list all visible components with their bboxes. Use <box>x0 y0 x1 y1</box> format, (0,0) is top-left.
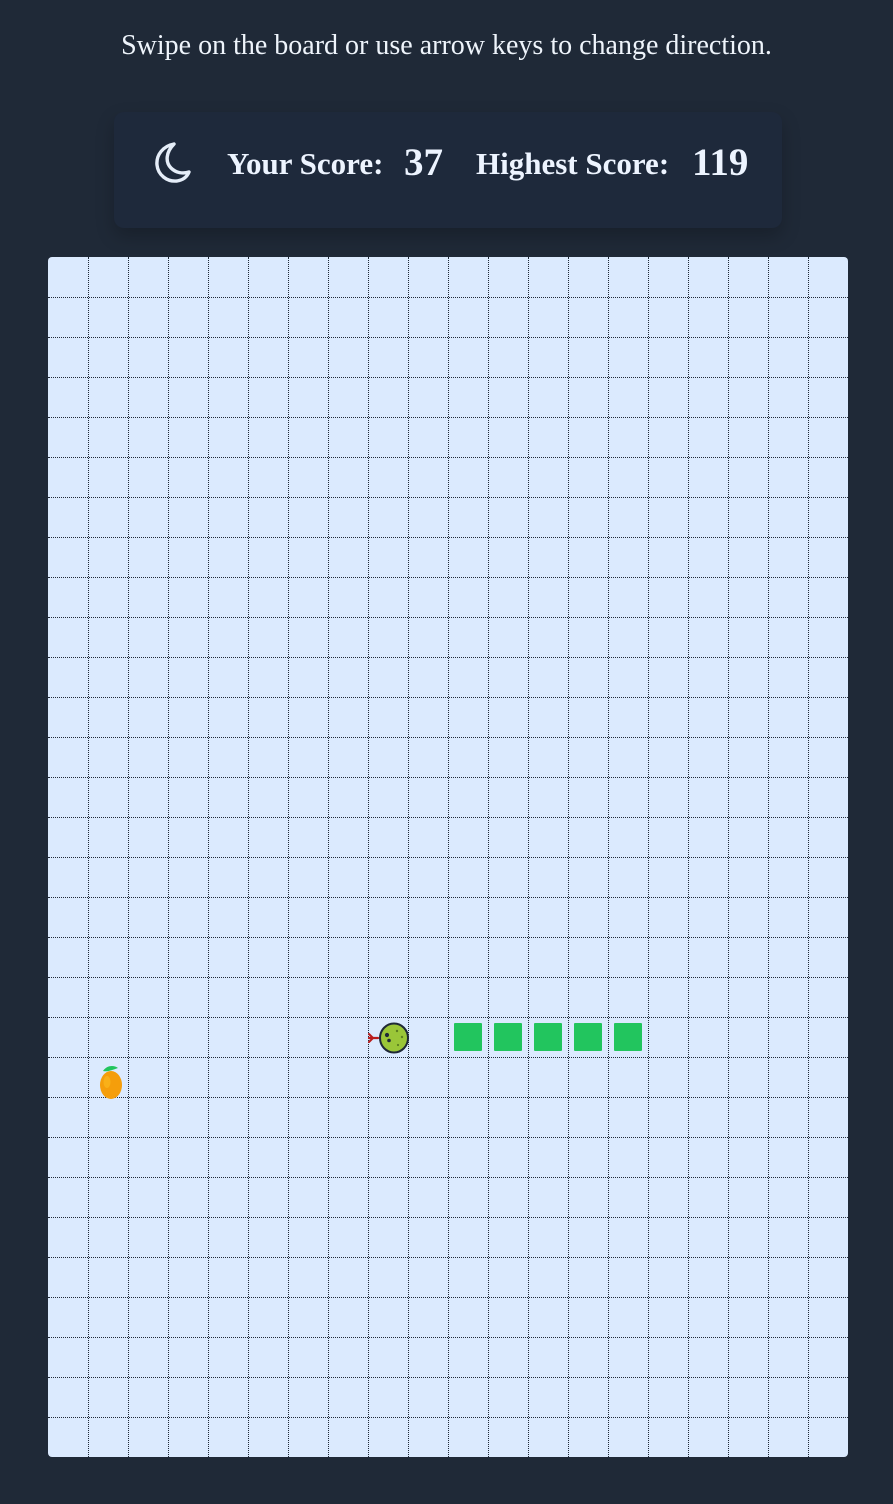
grid-line-horizontal <box>48 1217 848 1218</box>
grid-line-horizontal <box>48 1337 848 1338</box>
grid-line-horizontal <box>48 777 848 778</box>
grid-line-horizontal <box>48 497 848 498</box>
grid-line-horizontal <box>48 417 848 418</box>
grid-line-horizontal <box>48 897 848 898</box>
grid-line-horizontal <box>48 537 848 538</box>
snake-head <box>368 1022 409 1054</box>
highest-score-value: 119 <box>692 141 749 184</box>
snake-segment <box>574 1023 602 1051</box>
instructions-text: Swipe on the board or use arrow keys to … <box>121 30 772 61</box>
grid-line-horizontal <box>48 1177 848 1178</box>
grid-line-horizontal <box>48 817 848 818</box>
grid-line-horizontal <box>48 337 848 338</box>
mango-food <box>100 1066 122 1099</box>
game-board[interactable] <box>48 257 848 1457</box>
your-score-value: 37 <box>404 141 443 184</box>
grid-line-horizontal <box>48 857 848 858</box>
grid-line-horizontal <box>48 1297 848 1298</box>
grid-line-horizontal <box>48 657 848 658</box>
moon-icon[interactable] <box>147 140 191 184</box>
grid-line-horizontal <box>48 1417 848 1418</box>
grid-line-horizontal <box>48 737 848 738</box>
grid-line-horizontal <box>48 937 848 938</box>
grid-line-horizontal <box>48 697 848 698</box>
grid-line-horizontal <box>48 1137 848 1138</box>
grid-line-horizontal <box>48 1097 848 1098</box>
grid-line-horizontal <box>48 377 848 378</box>
snake-segment <box>534 1023 562 1051</box>
grid-line-horizontal <box>48 297 848 298</box>
snake-segment <box>494 1023 522 1051</box>
grid-line-horizontal <box>48 457 848 458</box>
grid-line-horizontal <box>48 1257 848 1258</box>
highest-score-label: Highest Score: <box>476 146 670 181</box>
your-score-label: Your Score: <box>227 146 384 181</box>
grid-line-horizontal <box>48 1377 848 1378</box>
snake-segment <box>614 1023 642 1051</box>
grid-line-horizontal <box>48 577 848 578</box>
grid-line-horizontal <box>48 617 848 618</box>
score-panel <box>114 112 782 228</box>
grid-line-horizontal <box>48 977 848 978</box>
snake-segment <box>454 1023 482 1051</box>
grid-line-horizontal <box>48 1057 848 1058</box>
grid-line-horizontal <box>48 1017 848 1018</box>
